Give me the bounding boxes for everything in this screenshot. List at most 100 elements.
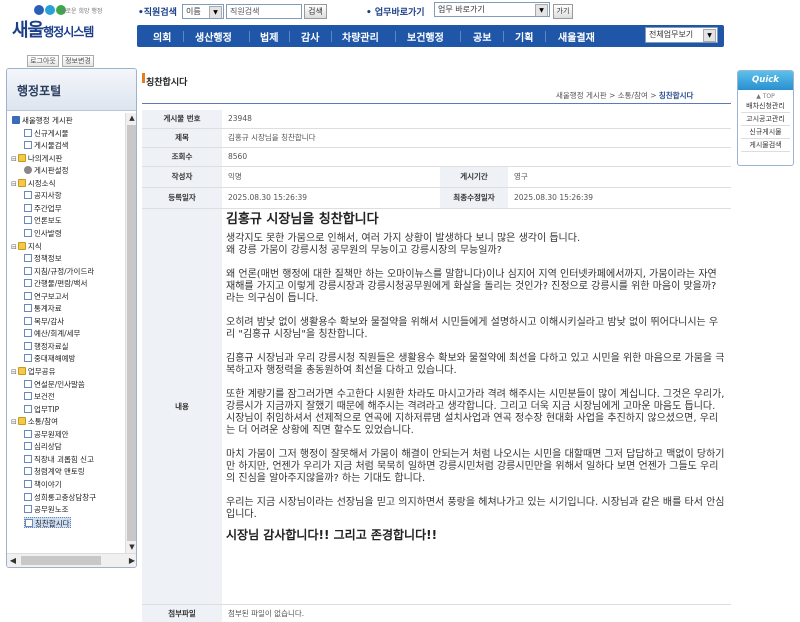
doc-icon: [24, 479, 32, 488]
sidebar-tree-item[interactable]: 성희롱고충상담창구: [24, 492, 96, 503]
doc-icon: [24, 329, 32, 338]
quick-menu-item[interactable]: 고시공고관리: [741, 113, 790, 126]
sidebar-tree-item[interactable]: 인사발령: [24, 228, 62, 239]
sidebar-tree-item[interactable]: 청렴계약 맨토링: [24, 466, 85, 477]
sidebar-tree-item[interactable]: 보건전: [24, 391, 55, 402]
scroll-left-icon[interactable]: ◀: [7, 554, 19, 567]
sidebar-tree-item[interactable]: 언론보도: [24, 215, 62, 226]
sidebar-tree-item[interactable]: 새울행정 게시판: [11, 115, 73, 126]
sidebar-tree-item[interactable]: 행정자료실: [24, 341, 69, 352]
post-mod-date: 2025.08.30 15:26:39: [508, 187, 731, 209]
quick-menu-item[interactable]: 배차신청관리: [741, 100, 790, 113]
folder-icon: [17, 367, 26, 375]
staff-search-input[interactable]: 직원검색: [226, 4, 302, 19]
sidebar-tree-item[interactable]: 공무원노조: [24, 504, 69, 515]
nav-item-pr[interactable]: 공보: [473, 29, 491, 44]
quick-go-select[interactable]: 업무 바로가기: [434, 2, 550, 17]
nav-item-production[interactable]: 생산행정: [195, 29, 232, 44]
logo[interactable]: 새로운 희망 행정 새울행정시스템: [8, 2, 128, 50]
quick-menu-item[interactable]: 게시물검색: [741, 139, 790, 152]
work-view-select[interactable]: 전체업무보기: [645, 27, 718, 43]
sidebar-tree-label: 행정자료실: [34, 341, 69, 351]
logout-button[interactable]: 로그아웃: [27, 55, 59, 67]
sidebar-tree-item[interactable]: 책이야기: [24, 479, 62, 490]
nav-item-council[interactable]: 의회: [153, 29, 171, 44]
doc-icon: [24, 492, 32, 501]
quick-menu-item[interactable]: 신규게시물: [741, 126, 790, 139]
post-period: 영구: [508, 166, 731, 188]
staff-search-type-select[interactable]: 이름: [182, 4, 224, 19]
sidebar-tree-item[interactable]: 게시물검색: [24, 140, 69, 151]
folder-icon: [17, 153, 26, 162]
sidebar-tree-label: 심리상담: [34, 442, 62, 452]
sidebar-tree-item[interactable]: 지침/규정/가이드라: [24, 266, 94, 277]
folder-icon: [17, 241, 26, 250]
scroll-thumb-horizontal[interactable]: [21, 556, 101, 565]
doc-icon: [24, 429, 32, 438]
nav-item-legislation[interactable]: 법제: [260, 29, 278, 44]
sidebar-tree-item[interactable]: 통계자료: [24, 303, 62, 314]
breadcrumb-path: 새울행정 게시판 > 소통/참여 >: [556, 91, 659, 100]
content-paragraph: 우리는 지금 시장님이라는 선장님을 믿고 의지하면서 풍랑을 헤쳐나가고 있는…: [226, 496, 725, 520]
sidebar-tree-item[interactable]: ⊟ 지식: [11, 241, 42, 252]
sidebar-tree-item[interactable]: 공지사항: [24, 190, 62, 201]
sidebar-tree-item[interactable]: 예산/회계/세무: [24, 328, 80, 339]
collapse-toggle-icon[interactable]: ⊟: [11, 418, 17, 426]
quick-go-button[interactable]: 가기: [553, 4, 573, 19]
page-title: 칭찬합시다: [146, 78, 188, 88]
sidebar-tree-label: 게시판설정: [34, 166, 69, 176]
sidebar-tree-item[interactable]: 주간업무: [24, 203, 62, 214]
sidebar-tree-item[interactable]: ⊟ 소통/참여: [11, 416, 58, 427]
sidebar-tree-item[interactable]: 연설문/인사말씀: [24, 379, 85, 390]
quick-menu-top-link[interactable]: ▲ TOP: [738, 93, 793, 100]
collapse-toggle-icon[interactable]: ⊟: [11, 180, 17, 188]
sidebar-tree-item[interactable]: ⊟ 나의게시판: [11, 153, 62, 164]
sidebar-tree-label: 칭찬합시다: [35, 518, 70, 528]
nav-item-approval[interactable]: 새울결재: [558, 29, 595, 44]
sidebar-tree-item[interactable]: ⊟ 시정소식: [11, 178, 55, 189]
doc-icon: [24, 228, 32, 237]
label-author: 작성자: [142, 166, 222, 188]
scroll-right-icon[interactable]: ▶: [126, 554, 136, 567]
breadcrumb-current: 칭찬합시다: [658, 91, 694, 100]
divider: [142, 103, 731, 104]
sidebar-tree-label: 지식: [27, 241, 42, 251]
collapse-toggle-icon[interactable]: ⊟: [11, 155, 17, 163]
staff-search-button[interactable]: 검색: [304, 4, 327, 19]
nav-item-health[interactable]: 보건행정: [407, 29, 444, 44]
info-change-button[interactable]: 정보변경: [62, 55, 94, 67]
sidebar-tree-item[interactable]: 중대재해예방: [24, 353, 75, 364]
content-paragraph: 마치 가뭄이 그저 행정이 잘못해서 가뭄이 해결이 안되는거 처럼 나오시는 …: [226, 448, 725, 484]
sidebar-tree-label: 직장내 괴롭힘 신고: [34, 454, 94, 464]
sidebar-tree-label: 나의게시판: [27, 153, 63, 163]
collapse-toggle-icon[interactable]: ⊟: [11, 368, 17, 376]
sidebar-tree-label: 중대재해예방: [34, 354, 76, 364]
doc-icon: [24, 216, 32, 225]
sidebar-vertical-scrollbar[interactable]: ▲ ▼: [125, 113, 136, 553]
sidebar-tree-item[interactable]: 정책정보: [24, 253, 62, 264]
sidebar-tree-item[interactable]: 칭찬합시다: [24, 516, 71, 528]
sidebar-tree-item[interactable]: 공무원제안: [24, 429, 69, 440]
sidebar-tree-label: 신규게시물: [34, 128, 69, 138]
sidebar-tree-label: 새울행정 게시판: [22, 116, 73, 125]
sidebar-tree-item[interactable]: 게시판설정: [24, 165, 69, 176]
scroll-down-icon[interactable]: ▼: [126, 542, 136, 553]
sidebar-tree-item[interactable]: 간행물/편람/백서: [24, 278, 87, 289]
sidebar-tree-item[interactable]: 연구보고서: [24, 291, 69, 302]
sidebar-tree-label: 업무공유: [27, 367, 56, 376]
scroll-thumb[interactable]: [127, 125, 136, 541]
nav-item-audit[interactable]: 감사: [301, 29, 319, 44]
sidebar-tree-item[interactable]: 심리상담: [24, 441, 62, 452]
sidebar-tree-label: 성희롱고충상담창구: [34, 492, 97, 502]
sidebar-tree-item[interactable]: 신규게시물: [24, 128, 69, 139]
nav-item-vehicle[interactable]: 차량관리: [342, 29, 379, 44]
sidebar-tree-item[interactable]: 직장내 괴롭힘 신고: [24, 454, 94, 465]
sidebar-tree-item[interactable]: 업무TIP: [24, 404, 59, 415]
doc-icon: [24, 505, 32, 514]
scroll-up-icon[interactable]: ▲: [126, 113, 136, 124]
collapse-toggle-icon[interactable]: ⊟: [11, 243, 17, 251]
sidebar-tree-item[interactable]: 복무/감사: [24, 316, 64, 327]
sidebar-horizontal-scrollbar[interactable]: ◀ ▶: [7, 553, 136, 567]
nav-item-planning[interactable]: 기획: [515, 29, 533, 44]
sidebar-tree-item[interactable]: ⊟ 업무공유: [11, 366, 55, 377]
